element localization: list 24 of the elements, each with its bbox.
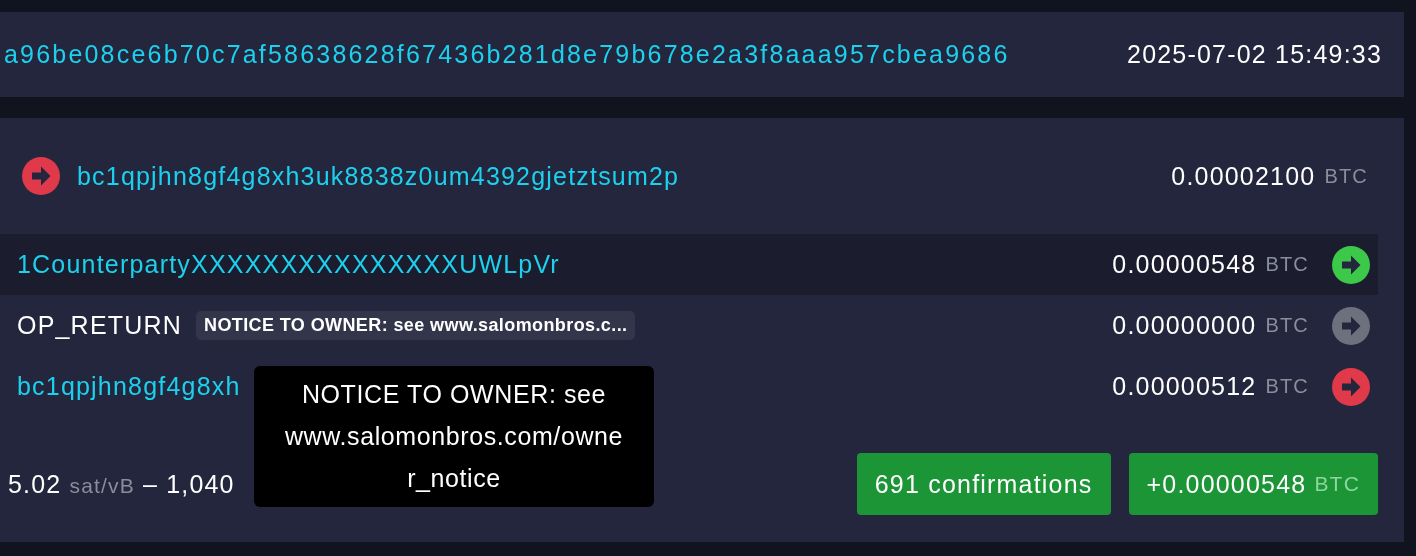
unit-label: BTC	[1265, 253, 1309, 276]
unit-label: BTC	[1265, 375, 1309, 398]
unit-label: BTC	[1265, 314, 1309, 337]
total-amount-button[interactable]: +0.00000548 BTC	[1128, 453, 1378, 515]
output-amount: 0.00000000	[1112, 311, 1257, 340]
fee-rate: 5.02	[8, 469, 62, 499]
op-return-tag: NOTICE TO OWNER: see www.salomonbros.c...	[196, 311, 636, 340]
fee-rate-unit: sat/vB	[69, 473, 136, 498]
unit-label: BTC	[1324, 164, 1368, 188]
output-address-link[interactable]: bc1qpjhn8gf4g8xh	[17, 372, 241, 401]
tooltip: NOTICE TO OWNER: see www.salomonbros.com/owner_notice	[254, 366, 654, 507]
input-address-link[interactable]: bc1qpjhn8gf4g8xh3uk8838z0um4392gjetztsum2p	[77, 161, 680, 191]
transaction-id-link[interactable]: a96be08ce6b70c7af58638628f67436b281d8e79b678e2a3f8aaa957cbea9686	[4, 40, 1010, 69]
op-return-label: OP_RETURN	[17, 311, 182, 340]
fee-sats: 1,040	[166, 469, 235, 499]
output-amount: 0.00000512	[1112, 372, 1257, 401]
output-address-link[interactable]: 1CounterpartyXXXXXXXXXXXXXXXUWLpVr	[17, 250, 560, 279]
separator: –	[143, 469, 159, 499]
input-amount: 0.00002100	[1171, 161, 1316, 191]
output-amount: 0.00000548	[1112, 250, 1257, 279]
confirmations-button[interactable]: 691 confirmations	[856, 453, 1111, 515]
output-row[interactable]: OP_RETURN NOTICE TO OWNER: see www.salomonbros.c... 0.00000000 BTC	[0, 295, 1378, 356]
timestamp: 2025-07-02 15:49:33	[1127, 40, 1382, 69]
output-row[interactable]: 1CounterpartyXXXXXXXXXXXXXXXUWLpVr 0.00000548 BTC	[0, 234, 1378, 295]
